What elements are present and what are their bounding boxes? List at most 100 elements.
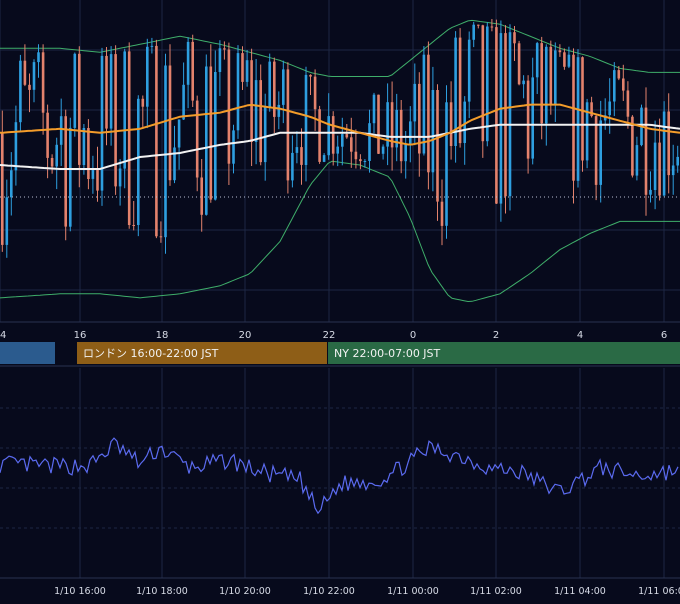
candle-body	[581, 57, 584, 161]
candle-body	[245, 60, 249, 82]
candle-body	[576, 57, 580, 181]
candle-body	[626, 90, 630, 117]
candle-body	[413, 83, 417, 122]
candle-body	[535, 43, 539, 78]
candle-body	[377, 94, 380, 154]
candle-body	[291, 152, 294, 181]
candle-body	[667, 111, 670, 176]
chart-svg: 4 16 18 20 22 0 2 4 6 ロンドン 16:00-22:00 JST NY 22:…	[0, 0, 680, 600]
chart-root: 4 16 18 20 22 0 2 4 6 ロンドン 16:00-22:00 JST NY 22:…	[0, 0, 680, 600]
candle-body	[350, 137, 353, 152]
candle-body	[182, 84, 185, 120]
candle-body	[114, 54, 117, 187]
candle-body	[540, 43, 543, 124]
main-x-tick-label: 22	[323, 330, 336, 341]
candle-body	[517, 43, 521, 85]
candle-body	[59, 116, 63, 145]
candle-body	[372, 94, 376, 124]
candle-body	[118, 168, 122, 187]
candle-body	[209, 66, 213, 200]
candle-body	[472, 24, 475, 40]
candle-body	[318, 109, 321, 162]
candle-body	[649, 189, 652, 195]
candle-body	[467, 39, 471, 102]
session-label-london: ロンドン 16:00-22:00 JST	[83, 347, 219, 360]
candle-body	[449, 102, 453, 146]
main-x-tick-label: 2	[493, 330, 499, 341]
candle-body	[96, 168, 99, 191]
candle-body	[495, 27, 498, 204]
candle-body	[109, 54, 113, 129]
candle-body	[146, 46, 149, 107]
candle-body	[186, 41, 190, 85]
candle-body	[159, 236, 163, 238]
candle-body	[150, 45, 154, 47]
candle-body	[653, 142, 657, 190]
candle-body	[567, 54, 571, 67]
oscillator-x-tick-label: 1/11 02:00	[470, 586, 522, 597]
candle-body	[14, 122, 18, 171]
candle-body	[554, 50, 557, 105]
candle-body	[191, 41, 194, 101]
candle-body	[78, 53, 81, 165]
candle-body	[205, 66, 208, 215]
candle-body	[200, 177, 203, 215]
candle-body	[91, 168, 95, 179]
candle-body	[55, 144, 58, 167]
candle-body	[313, 76, 317, 110]
candle-body	[549, 46, 553, 105]
oscillator-x-tick-label: 1/11 06:00	[638, 586, 680, 597]
candle-body	[46, 112, 49, 158]
session-bar-tokyo	[0, 342, 55, 364]
candle-body	[490, 26, 494, 28]
candle-body	[331, 116, 335, 154]
candle-body	[127, 51, 131, 226]
candle-body	[594, 116, 598, 185]
candle-body	[345, 134, 349, 138]
candle-body	[431, 90, 435, 173]
candle-body	[223, 48, 226, 50]
candle-body	[658, 142, 661, 196]
candle-body	[82, 128, 86, 165]
candle-body	[671, 165, 675, 176]
candle-body	[322, 155, 326, 162]
candle-body	[100, 55, 104, 191]
candle-body	[354, 151, 358, 160]
candle-body	[295, 147, 299, 153]
candle-body	[263, 107, 267, 163]
candle-body	[359, 159, 362, 162]
candle-body	[622, 78, 625, 91]
candle-body	[214, 72, 217, 200]
candle-body	[436, 90, 439, 202]
candle-body	[28, 84, 31, 90]
candle-body	[522, 80, 525, 85]
session-label-ny: NY 22:00-07:00 JST	[334, 347, 441, 360]
candle-body	[173, 147, 176, 181]
candle-body	[177, 119, 181, 148]
oscillator-x-tick-label: 1/10 16:00	[54, 586, 106, 597]
candle-body	[1, 132, 4, 245]
candle-body	[132, 225, 135, 226]
candle-body	[286, 69, 290, 181]
candle-body	[73, 53, 77, 128]
main-x-tick-label: 20	[239, 330, 252, 341]
candle-body	[508, 32, 512, 197]
candle-body	[236, 53, 240, 131]
candle-body	[164, 65, 167, 238]
candle-body	[572, 54, 575, 181]
candle-body	[336, 146, 339, 154]
candle-body	[5, 197, 9, 245]
candle-body	[37, 52, 40, 63]
main-x-tick-label: 6	[661, 330, 667, 341]
candle-body	[531, 77, 534, 159]
main-x-tick-label: 4	[0, 330, 6, 341]
candle-body	[526, 80, 530, 159]
candle-body	[227, 49, 231, 164]
oscillator-x-tick-label: 1/10 20:00	[219, 586, 271, 597]
candle-body	[19, 60, 22, 123]
candle-body	[399, 109, 403, 162]
candle-body	[608, 101, 611, 116]
candle-body	[168, 65, 172, 181]
oscillator-x-tick-label: 1/10 18:00	[136, 586, 188, 597]
main-x-tick-label: 0	[410, 330, 416, 341]
